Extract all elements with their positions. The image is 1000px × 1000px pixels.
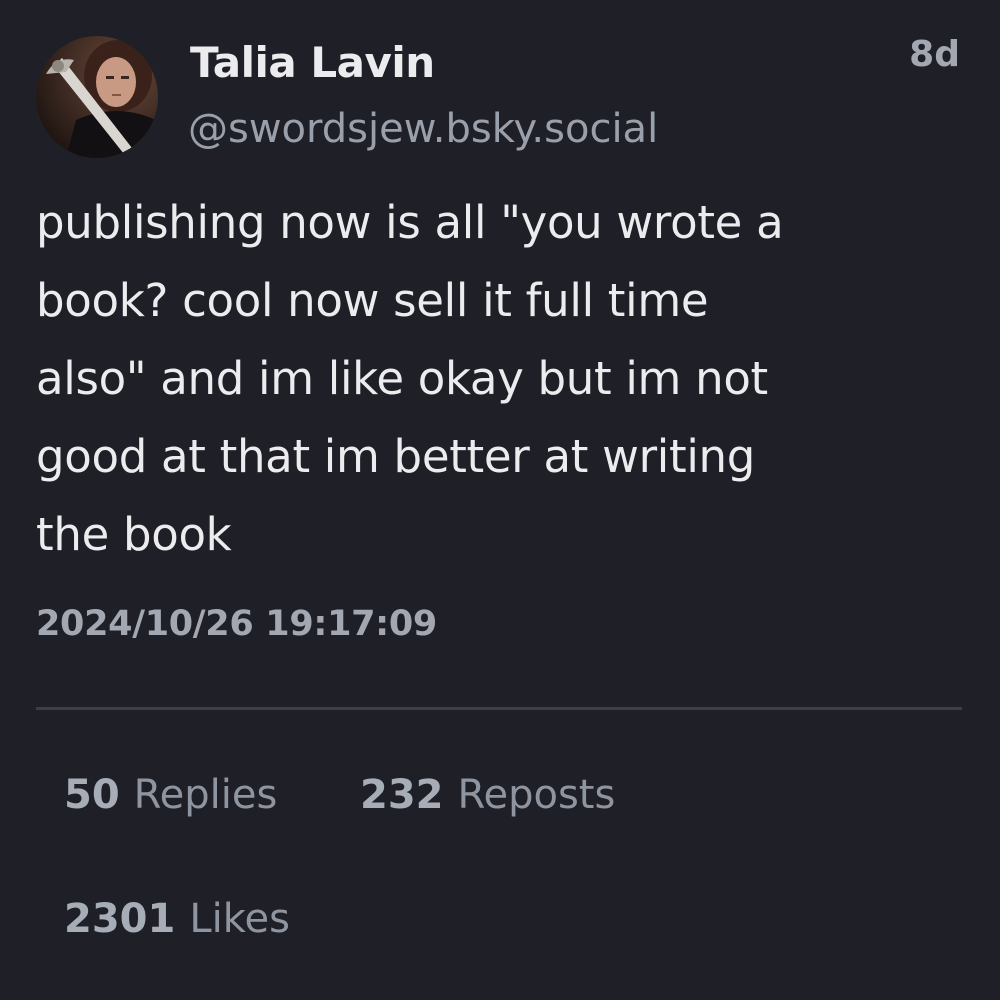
author-handle[interactable]: @swordsjew.bsky.social (188, 106, 658, 152)
divider (36, 707, 962, 710)
reposts-label: Reposts (457, 772, 616, 818)
reposts-count: 232 (360, 772, 444, 818)
relative-time[interactable]: 8d (909, 34, 960, 75)
author-avatar[interactable] (36, 36, 158, 158)
post-text: publishing now is all "you wrote a book?… (36, 196, 784, 561)
replies-label: Replies (133, 772, 278, 818)
avatar-photo-icon (36, 36, 158, 158)
replies-count: 50 (64, 772, 120, 818)
post-timestamp: 2024/10/26 19:17:09 (36, 604, 437, 644)
post-card: Talia Lavin @swordsjew.bsky.social 8d pu… (0, 0, 1000, 1000)
likes-stat[interactable]: 2301 Likes (64, 896, 290, 942)
reposts-stat[interactable]: 232 Reposts (360, 772, 615, 818)
likes-label: Likes (189, 896, 290, 942)
likes-count: 2301 (64, 896, 176, 942)
author-display-name[interactable]: Talia Lavin (190, 38, 435, 87)
replies-stat[interactable]: 50 Replies (64, 772, 277, 818)
